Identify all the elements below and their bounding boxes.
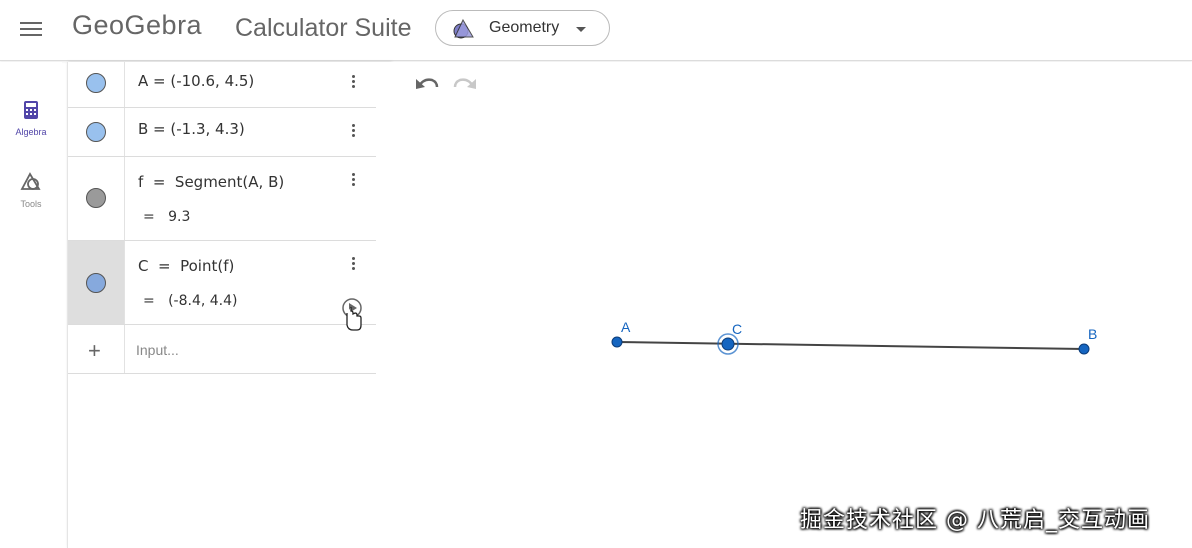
label-c: C — [732, 321, 742, 337]
graphics-canvas: A C B — [611, 319, 1097, 355]
watermark: 掘金技术社区 @ 八荒启_交互动画 — [800, 508, 1150, 533]
algebra-row-c[interactable]: C = Point(f) = (-8.4, 4.4) — [68, 241, 376, 331]
undo-icon[interactable] — [415, 74, 441, 92]
label-b: B — [1088, 326, 1097, 342]
nav-algebra-label: Algebra — [15, 127, 47, 137]
nav-tools-label: Tools — [20, 199, 42, 209]
nav-tools[interactable]: Tools — [0, 172, 62, 209]
algebra-view: A = (-10.6, 4.5) B = (-1.3, 4.3) f = Seg… — [67, 62, 391, 548]
algebra-row-f[interactable]: f = Segment(A, B) = 9.3 — [68, 157, 376, 241]
point-c-highlight — [717, 333, 739, 355]
visibility-toggle[interactable] — [86, 188, 106, 208]
algebra-row-b[interactable]: B = (-1.3, 4.3) — [68, 108, 376, 157]
app-selector[interactable]: Geometry — [435, 10, 610, 46]
more-vertical-icon[interactable] — [348, 73, 358, 93]
point-b[interactable] — [1078, 343, 1090, 355]
value-c: = (-8.4, 4.4) — [143, 293, 238, 309]
chevron-down-icon — [576, 27, 586, 32]
label-a: A — [621, 319, 631, 335]
expression-c[interactable]: C = Point(f) — [138, 257, 234, 275]
expression-a[interactable]: A = (-10.6, 4.5) — [138, 72, 254, 90]
visibility-toggle[interactable] — [86, 273, 106, 293]
expression-b[interactable]: B = (-1.3, 4.3) — [138, 120, 245, 138]
suite-title: Calculator Suite — [235, 14, 412, 42]
more-vertical-icon[interactable] — [348, 122, 358, 142]
algebra-input[interactable]: Input... — [136, 342, 179, 358]
nav-algebra[interactable]: Algebra — [0, 100, 62, 137]
point-c[interactable] — [721, 337, 735, 351]
plus-icon[interactable]: + — [88, 338, 101, 364]
value-f: = 9.3 — [143, 209, 191, 225]
more-vertical-icon[interactable] — [348, 255, 358, 275]
left-nav: Algebra Tools — [0, 62, 62, 548]
geometry-icon — [453, 18, 474, 39]
algebra-row-a[interactable]: A = (-10.6, 4.5) — [68, 62, 376, 108]
expression-f[interactable]: f = Segment(A, B) — [138, 173, 284, 191]
app-selector-label: Geometry — [489, 19, 560, 36]
graphics-view[interactable]: A C B — [391, 62, 1192, 548]
redo-icon — [453, 78, 476, 89]
algebra-input-row[interactable]: + Input... — [68, 325, 376, 374]
top-bar: GeoGebra Calculator Suite Geometry — [0, 0, 1192, 61]
geogebra-logo: GeoGebra — [72, 10, 203, 40]
visibility-toggle[interactable] — [86, 122, 106, 142]
point-a[interactable] — [611, 336, 623, 348]
segment-f[interactable] — [616, 341, 1085, 350]
calculator-icon — [24, 101, 38, 119]
tools-icon — [20, 172, 41, 190]
menu-icon[interactable] — [18, 18, 44, 40]
visibility-toggle[interactable] — [86, 73, 106, 93]
more-vertical-icon[interactable] — [348, 171, 358, 191]
